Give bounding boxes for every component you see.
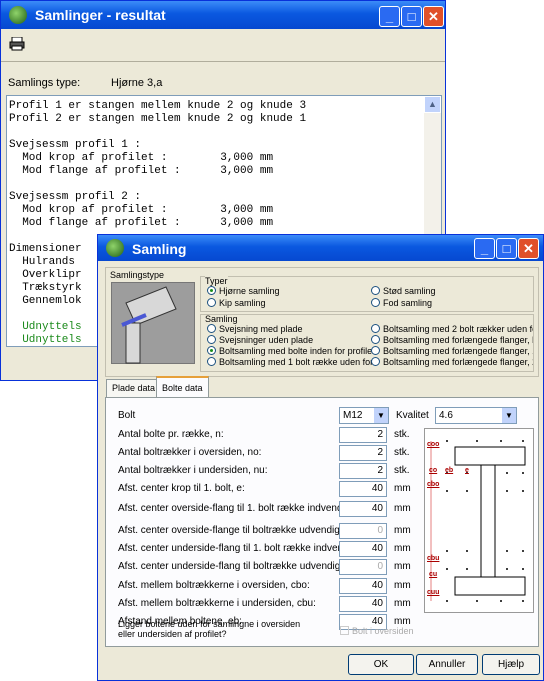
chevron-down-icon[interactable]: ▼ [502, 408, 516, 423]
bolt-i-oversiden-checkbox[interactable]: Bolt i oversiden [340, 626, 414, 636]
diagram-label-coo: coo [427, 441, 440, 448]
param-unit: stk. [394, 429, 410, 440]
param-unit: mm [394, 598, 411, 609]
param-input[interactable]: 40 [339, 596, 387, 612]
result-line [9, 178, 306, 191]
param-input[interactable]: 2 [339, 427, 387, 443]
param-label: Afst. mellem boltrækkerne i oversiden, c… [118, 580, 310, 591]
diagram-label-cbo: cbo [427, 481, 440, 488]
param-label: Afst. center overside-flang til 1. bolt … [118, 503, 370, 514]
samling-group: Samling Svejsning med plade Boltsamling … [200, 314, 534, 372]
result-titlebar[interactable]: Samlinger - resultat _ □ ✕ [1, 1, 445, 29]
param-label: Antal bolte pr. række, n: [118, 429, 224, 440]
maximize-icon[interactable]: □ [496, 238, 517, 259]
result-line: Profil 2 er stangen mellem knude 2 og kn… [9, 113, 307, 125]
samling-title: Samling [132, 241, 187, 257]
param-input[interactable]: 2 [339, 463, 387, 479]
close-icon[interactable]: ✕ [423, 6, 444, 27]
param-unit: mm [394, 543, 411, 554]
result-line: Mod krop af profilet : 3,000 mm [9, 204, 274, 216]
samling-titlebar[interactable]: Samling _ □ ✕ [98, 235, 543, 261]
typer-label: Typer [205, 276, 228, 286]
result-line: Mod krop af profilet : 3,000 mm [9, 152, 274, 164]
result-line: Mod flange af profilet : 3,000 mm [9, 165, 274, 177]
param-unit: mm [394, 483, 411, 494]
ok-button[interactable]: OK [348, 654, 414, 675]
param-input[interactable]: 40 [339, 578, 387, 594]
radio-svejsning-plade[interactable]: Svejsning med plade [207, 324, 303, 334]
result-line: Svejsessm profil 2 : [9, 191, 142, 203]
param-input[interactable]: 0 [339, 559, 387, 575]
diagram-label-eb: eb [445, 467, 454, 474]
radio-fod[interactable]: Fod samling [371, 298, 432, 308]
help-button[interactable]: Hjælp [482, 654, 540, 675]
param-input[interactable]: 40 [339, 541, 387, 557]
param-unit: stk. [394, 447, 410, 458]
scroll-up-icon[interactable]: ▲ [424, 96, 441, 113]
param-unit: mm [394, 525, 411, 536]
result-line: Profil 1 er stangen mellem knude 2 og kn… [9, 100, 307, 112]
radio-forlaengede-bolt[interactable]: Boltsamling med forlængede flanger, bolt [371, 335, 533, 345]
diagram-label-e: e [465, 467, 469, 474]
result-line [9, 126, 306, 139]
param-unit: stk. [394, 465, 410, 476]
param-label: Afst. center underside-flang til 1. bolt… [118, 543, 376, 554]
kvalitet-select[interactable]: 4.6 ▼ [435, 407, 517, 424]
radio-hjorne[interactable]: Hjørne samling [207, 286, 280, 296]
radio-bolte-inden[interactable]: Boltsamling med bolte inden for profiler… [207, 346, 375, 356]
tab-bolte-data[interactable]: Bolte data [156, 376, 209, 398]
connection-preview-image [111, 282, 195, 364]
diagram-label-cbu: cbu [427, 555, 440, 562]
close-icon[interactable]: ✕ [518, 238, 539, 259]
bolt-layout-diagram: coo co eb e cbo cbu cu cuu [424, 428, 534, 613]
maximize-icon[interactable]: □ [401, 6, 422, 27]
print-icon[interactable] [9, 36, 25, 51]
typer-group: Typer Hjørne samling Stød samling Kip sa… [200, 276, 534, 312]
bolte-data-panel: Bolt M12 ▼ Kvalitet 4.6 ▼ Antal bolte pr… [105, 397, 539, 647]
param-input[interactable]: 2 [339, 445, 387, 461]
radio-stod[interactable]: Stød samling [371, 286, 436, 296]
cancel-button[interactable]: Annuller [416, 654, 478, 675]
samlings-type-label: Samlings type: [8, 77, 81, 89]
samling-window: Samling _ □ ✕ Samlingstype Typer Hjørne … [97, 234, 544, 681]
radio-svejsninger-uden-plade[interactable]: Svejsninger uden plade [207, 335, 313, 345]
param-label: Afst. center overside-flange til boltræk… [118, 525, 365, 536]
param-input[interactable]: 0 [339, 523, 387, 539]
radio-1-bolt-raekke[interactable]: Boltsamling med 1 bolt række uden for pr [207, 357, 375, 367]
parameter-rows: Antal bolte pr. række, n: 2 stk. Antal bolt… [106, 398, 426, 638]
radio-forlaengede-1[interactable]: Boltsamling med forlængede flanger, 1 bo [371, 346, 533, 356]
param-label: Afst. center krop til 1. bolt, e: [118, 483, 245, 494]
param-label: Antal boltrækker i oversiden, no: [118, 447, 262, 458]
result-line: Mod flange af profilet : 3,000 mm [9, 217, 274, 229]
param-label: Afst. center underside-flang til boltræk… [118, 561, 365, 572]
param-input[interactable]: 40 [339, 481, 387, 497]
samling-label: Samling [205, 314, 238, 324]
app-icon [106, 239, 124, 257]
param-unit: mm [394, 561, 411, 572]
radio-bolt-2-raekker[interactable]: Boltsamling med 2 bolt rækker uden for p [371, 324, 533, 334]
param-unit: mm [394, 580, 411, 591]
diagram-label-cuu: cuu [427, 589, 440, 596]
param-input[interactable]: 40 [339, 501, 387, 517]
minimize-icon[interactable]: _ [379, 6, 400, 27]
samlingstype-group: Samlingstype Typer Hjørne samling Stød s… [105, 267, 539, 377]
samlingstype-label: Samlingstype [110, 270, 165, 280]
samlings-type-value: Hjørne 3,a [111, 77, 163, 89]
result-line: Svejsessm profil 1 : [9, 139, 142, 151]
result-title: Samlinger - resultat [35, 7, 166, 23]
param-unit: mm [394, 503, 411, 514]
param-label: Afst. mellem boltrækkerne i undersiden, … [118, 598, 316, 609]
diagram-label-co: co [429, 467, 438, 474]
tab-plade-data[interactable]: Plade data [106, 379, 162, 397]
radio-kip[interactable]: Kip samling [207, 298, 266, 308]
bolt-position-question: Ligger boltene uden for samlingne i over… [118, 619, 301, 639]
diagram-label-cu: cu [429, 571, 438, 578]
app-icon [9, 6, 27, 24]
radio-forlaengede-2[interactable]: Boltsamling med forlængede flanger, 2 bo [371, 357, 533, 367]
minimize-icon[interactable]: _ [474, 238, 495, 259]
param-label: Antal boltrækker i undersiden, nu: [118, 465, 268, 476]
